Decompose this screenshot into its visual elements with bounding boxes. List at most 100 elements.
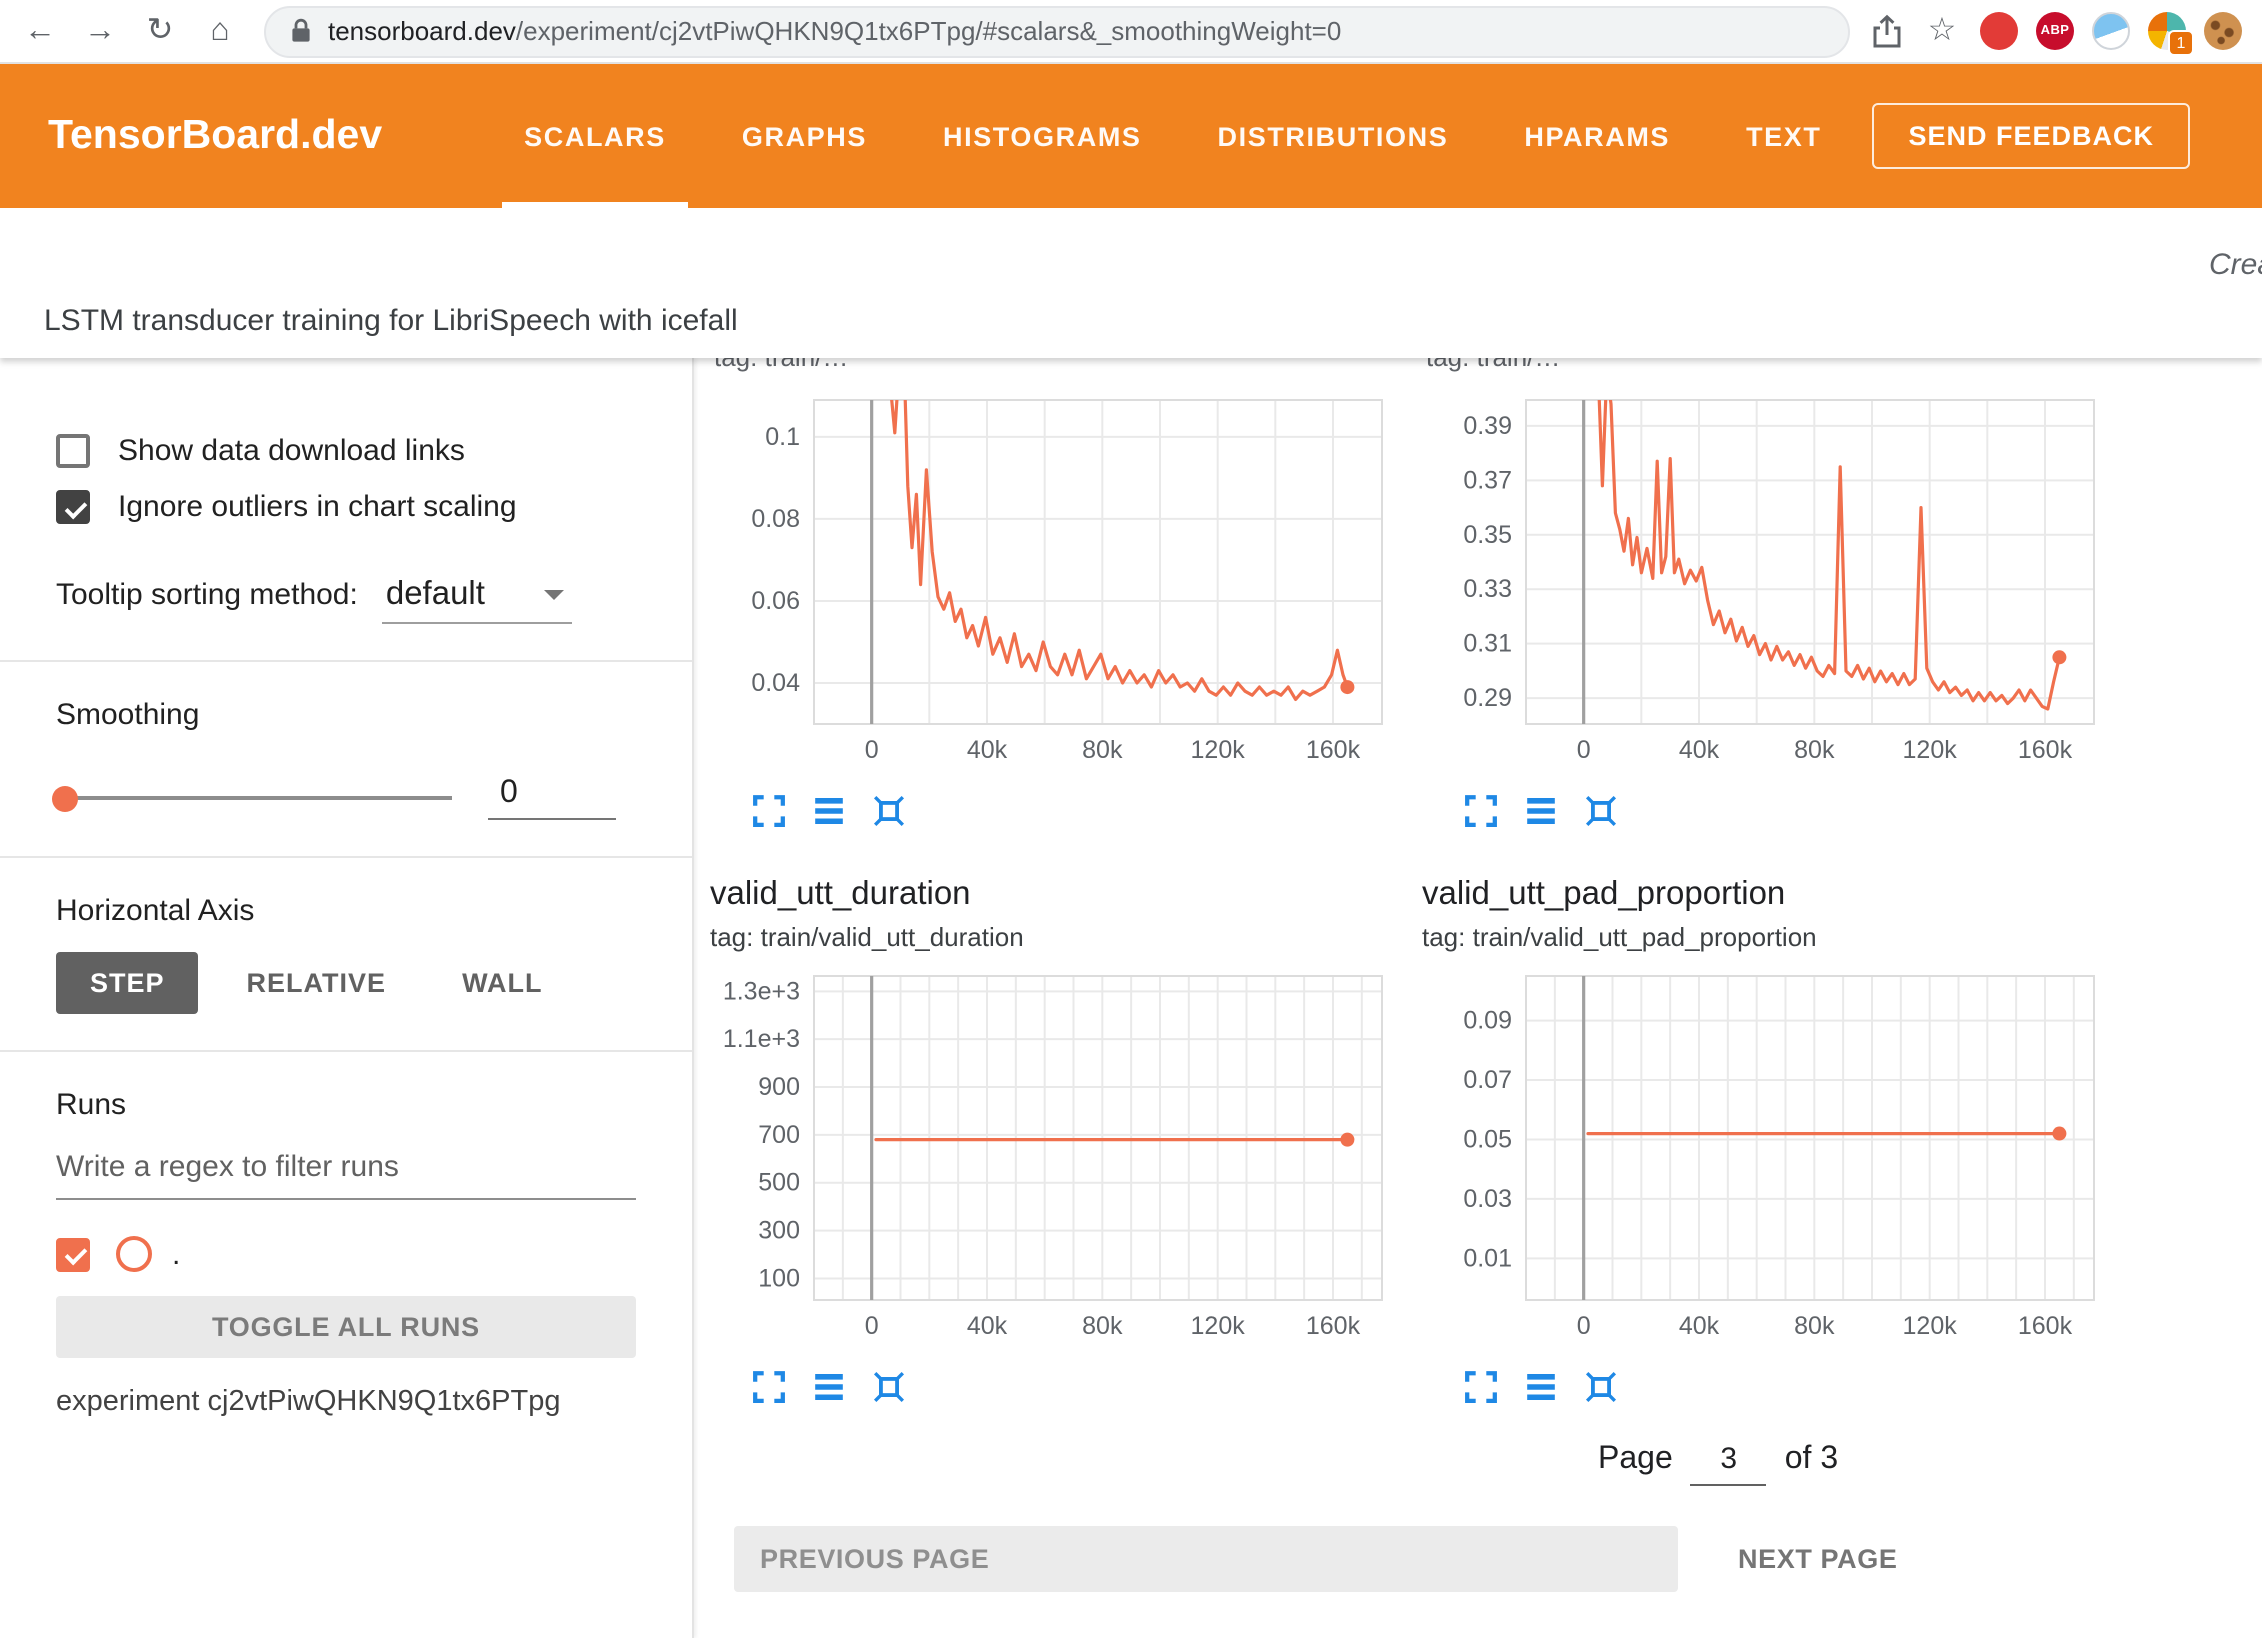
smoothing-slider[interactable] — [56, 796, 452, 800]
chart-card: valid_utt_pad_proportion tag: train/vali… — [1422, 848, 2134, 1404]
svg-text:0.33: 0.33 — [1463, 575, 1512, 603]
scalar-chart[interactable]: 0.040.060.080.1040k80k120k160k — [710, 392, 1410, 788]
svg-text:160k: 160k — [2018, 1312, 2073, 1340]
experiment-id-label: experiment cj2vtPiwQHKN9Q1tx6PTpg — [56, 1386, 636, 1418]
svg-text:900: 900 — [758, 1073, 800, 1101]
svg-text:160k: 160k — [2018, 736, 2073, 764]
fit-domain-icon[interactable] — [1584, 1370, 1618, 1404]
expand-chart-icon[interactable] — [752, 794, 786, 828]
home-icon[interactable]: ⌂ — [196, 1, 244, 61]
svg-text:0.37: 0.37 — [1463, 466, 1512, 494]
profile-pie-icon[interactable]: 1 — [2148, 12, 2186, 50]
pagination: Page of 3 — [1598, 1440, 2262, 1486]
scalar-chart[interactable]: 0.290.310.330.350.370.39040k80k120k160k — [1422, 392, 2122, 788]
data-lines-icon[interactable] — [812, 1370, 846, 1404]
svg-text:300: 300 — [758, 1217, 800, 1245]
show-download-links-label: Show data download links — [118, 434, 465, 468]
tab-histograms[interactable]: HISTOGRAMS — [905, 64, 1180, 208]
smoothing-slider-thumb[interactable] — [52, 785, 78, 811]
svg-text:80k: 80k — [1794, 736, 1835, 764]
tooltip-sorting-select[interactable]: default — [382, 576, 573, 624]
fit-domain-icon[interactable] — [872, 794, 906, 828]
svg-text:120k: 120k — [1903, 736, 1958, 764]
expand-chart-icon[interactable] — [1464, 794, 1498, 828]
axis-relative-button[interactable]: RELATIVE — [219, 952, 415, 1014]
svg-text:80k: 80k — [1082, 736, 1123, 764]
chart-title: valid_utt_duration — [710, 876, 1422, 914]
scalar-chart[interactable]: 0.010.030.050.070.09040k80k120k160k — [1422, 968, 2122, 1364]
clipped-chart-tag: tag: train/… — [1426, 358, 2134, 376]
data-lines-icon[interactable] — [812, 794, 846, 828]
svg-text:0.29: 0.29 — [1463, 684, 1512, 712]
tab-text[interactable]: TEXT — [1708, 64, 1859, 208]
horizontal-axis-label: Horizontal Axis — [56, 894, 636, 928]
experiment-subheader: Crea LSTM transducer training for LibriS… — [0, 208, 2262, 358]
clipped-chart-tag: tag: train/… — [714, 358, 1422, 376]
tab-hparams[interactable]: HPARAMS — [1486, 64, 1708, 208]
axis-wall-button[interactable]: WALL — [434, 952, 571, 1014]
svg-text:0.07: 0.07 — [1463, 1066, 1512, 1094]
show-download-links-checkbox[interactable] — [56, 434, 90, 468]
axis-step-button[interactable]: STEP — [56, 952, 199, 1014]
svg-text:40k: 40k — [967, 736, 1008, 764]
scalar-chart[interactable]: 1003005007009001.1e+31.3e+3040k80k120k16… — [710, 968, 1410, 1364]
data-lines-icon[interactable] — [1524, 794, 1558, 828]
smoothing-value-input[interactable] — [488, 776, 616, 820]
next-page-button[interactable]: NEXT PAGE — [1726, 1542, 1909, 1576]
lock-icon — [290, 18, 312, 44]
cookie-extension-icon[interactable] — [2204, 12, 2242, 50]
chart-actions — [1422, 794, 2134, 828]
svg-text:1.1e+3: 1.1e+3 — [723, 1025, 800, 1053]
url-text: tensorboard.dev/experiment/cj2vtPiwQHKN9… — [328, 16, 1341, 46]
tooltip-sorting-label: Tooltip sorting method: — [56, 578, 358, 612]
browser-toolbar: ← → ↻ ⌂ tensorboard.dev/experiment/cj2vt… — [0, 0, 2262, 64]
svg-text:40k: 40k — [1679, 736, 1720, 764]
svg-text:0.04: 0.04 — [751, 669, 800, 697]
blue-extension-icon[interactable] — [2092, 12, 2130, 50]
previous-page-button[interactable]: PREVIOUS PAGE — [734, 1526, 1678, 1592]
fit-domain-icon[interactable] — [1584, 794, 1618, 828]
divider — [0, 856, 692, 858]
abp-label: ABP — [2041, 24, 2070, 38]
page-input[interactable] — [1691, 1440, 1767, 1486]
reload-icon[interactable]: ↻ — [136, 1, 184, 61]
run-color-swatch — [116, 1236, 152, 1272]
toggle-all-runs-button[interactable]: TOGGLE ALL RUNS — [56, 1296, 636, 1358]
back-icon[interactable]: ← — [16, 1, 64, 61]
svg-text:0: 0 — [1577, 736, 1591, 764]
data-lines-icon[interactable] — [1524, 1370, 1558, 1404]
run-checkbox[interactable] — [56, 1237, 90, 1271]
share-icon[interactable] — [1870, 13, 1904, 49]
charts-grid: tag: train/… 0.040.060.080.1040k80k120k1… — [710, 358, 2262, 1404]
svg-text:100: 100 — [758, 1264, 800, 1292]
tooltip-sorting-row: Tooltip sorting method: default — [56, 576, 636, 624]
ignore-outliers-checkbox[interactable] — [56, 490, 90, 524]
expand-chart-icon[interactable] — [752, 1370, 786, 1404]
abp-extension-icon[interactable]: ABP — [2036, 12, 2074, 50]
svg-text:0.01: 0.01 — [1463, 1244, 1512, 1272]
svg-text:0.1: 0.1 — [765, 423, 800, 451]
tab-scalars[interactable]: SCALARS — [486, 64, 704, 208]
expand-chart-icon[interactable] — [1464, 1370, 1498, 1404]
smoothing-row — [56, 776, 636, 820]
horizontal-axis-buttons: STEP RELATIVE WALL — [56, 952, 636, 1014]
page-nav-row: PREVIOUS PAGE NEXT PAGE — [734, 1526, 2262, 1592]
adblock-extension-icon[interactable] — [1980, 12, 2018, 50]
chart-actions — [1422, 1370, 2134, 1404]
tab-graphs[interactable]: GRAPHS — [704, 64, 905, 208]
tab-distributions[interactable]: DISTRIBUTIONS — [1180, 64, 1487, 208]
svg-text:0.31: 0.31 — [1463, 630, 1512, 658]
forward-icon[interactable]: → — [76, 1, 124, 61]
svg-text:0: 0 — [865, 1312, 879, 1340]
smoothing-label: Smoothing — [56, 698, 636, 732]
chart-actions — [710, 1370, 1422, 1404]
fit-domain-icon[interactable] — [872, 1370, 906, 1404]
send-feedback-button[interactable]: SEND FEEDBACK — [1872, 103, 2190, 169]
svg-text:0.03: 0.03 — [1463, 1185, 1512, 1213]
main-nav: SCALARS GRAPHS HISTOGRAMS DISTRIBUTIONS … — [486, 64, 1859, 208]
run-row: . — [56, 1236, 636, 1272]
chart-tag: tag: train/valid_utt_pad_proportion — [1422, 922, 2134, 952]
address-bar[interactable]: tensorboard.dev/experiment/cj2vtPiwQHKN9… — [264, 5, 1850, 57]
runs-filter-input[interactable] — [56, 1150, 636, 1200]
bookmark-star-icon[interactable]: ☆ — [1922, 1, 1962, 61]
